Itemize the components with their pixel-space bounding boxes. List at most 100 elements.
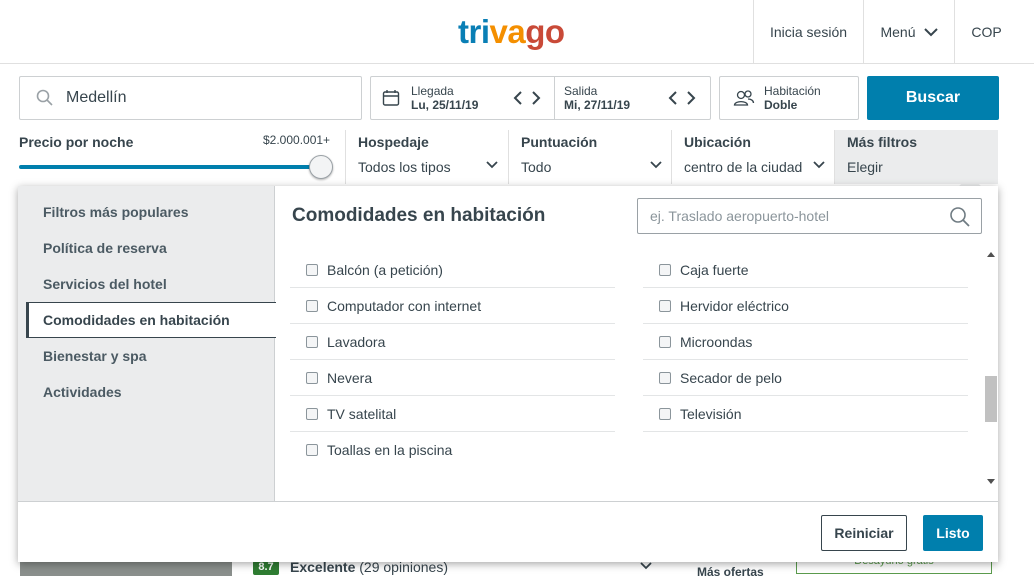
reset-label: Reiniciar: [834, 525, 894, 541]
scroll-up-arrow[interactable]: [987, 252, 995, 257]
filter-title: Más filtros: [847, 134, 918, 150]
chevron-right-icon[interactable]: [531, 91, 541, 105]
checkbox[interactable]: [306, 335, 318, 348]
chevron-down-icon: [650, 161, 662, 169]
amenity-label: Computador con internet: [327, 297, 482, 314]
amenity-option[interactable]: Televisión: [643, 396, 968, 432]
amenity-list-left: Balcón (a petición) Computador con inter…: [290, 252, 615, 468]
category-item[interactable]: Filtros más populares: [26, 194, 276, 230]
category-item[interactable]: Actividades: [26, 374, 276, 410]
checkout-field[interactable]: Salida Mi, 27/11/19: [564, 84, 630, 112]
filter-title: Ubicación: [684, 134, 751, 150]
amenity-option[interactable]: Computador con internet: [290, 288, 615, 324]
checkbox[interactable]: [306, 299, 318, 312]
category-item[interactable]: Servicios del hotel: [26, 266, 276, 302]
checkin-field[interactable]: Llegada Lu, 25/11/19: [411, 84, 478, 112]
destination-input[interactable]: Medellín: [19, 76, 362, 120]
checkbox[interactable]: [659, 263, 671, 276]
chevron-down-icon[interactable]: [640, 562, 652, 570]
chevron-left-icon[interactable]: [668, 91, 678, 105]
chevron-right-icon[interactable]: [686, 91, 696, 105]
currency-button[interactable]: COP: [954, 0, 1018, 64]
checkbox[interactable]: [659, 407, 671, 420]
panel-title: Comodidades en habitación: [292, 205, 546, 226]
category-item-active[interactable]: Comodidades en habitación: [26, 302, 276, 338]
amenity-label: Secador de pelo: [680, 369, 782, 386]
amenity-search-field[interactable]: [637, 198, 982, 234]
checkbox[interactable]: [306, 371, 318, 384]
amenity-option[interactable]: Balcón (a petición): [290, 252, 615, 288]
reset-button[interactable]: Reiniciar: [821, 515, 907, 551]
date-picker[interactable]: Llegada Lu, 25/11/19 Salida Mi, 27/11/19: [370, 76, 711, 120]
done-label: Listo: [936, 525, 970, 541]
filter-puntuacion[interactable]: Puntuación Todo: [508, 130, 671, 184]
destination-value: Medellín: [66, 89, 127, 106]
checkbox[interactable]: [306, 444, 318, 456]
checkbox[interactable]: [306, 407, 318, 420]
amenity-label: Hervidor eléctrico: [680, 297, 789, 314]
top-bar: trivago Inicia sesión Menú COP: [0, 0, 1034, 64]
filter-category-sidebar: Filtros más populares Política de reserv…: [18, 186, 276, 501]
amenity-option[interactable]: Hervidor eléctrico: [643, 288, 968, 324]
amenity-label: Toallas en la piscina: [327, 442, 453, 458]
amenity-search-input[interactable]: [638, 199, 938, 233]
checkin-label: Llegada: [411, 84, 454, 98]
amenity-option[interactable]: Caja fuerte: [643, 252, 968, 288]
search-icon: [36, 89, 53, 106]
filter-title: Puntuación: [521, 134, 598, 150]
filter-ubicacion[interactable]: Ubicación centro de la ciudad: [671, 130, 834, 184]
filter-hospedaje[interactable]: Hospedaje Todos los tipos: [345, 130, 508, 184]
menu-label: Menú: [880, 24, 916, 40]
more-offers-link[interactable]: Más ofertas: [697, 565, 764, 576]
chevron-down-icon: [923, 27, 938, 36]
checkbox[interactable]: [659, 335, 671, 348]
login-button[interactable]: Inicia sesión: [753, 0, 863, 64]
more-filters-panel: Filtros más populares Política de reserv…: [18, 186, 998, 562]
amenity-option[interactable]: TV satelital: [290, 396, 615, 432]
review-count: (29 opiniones): [359, 562, 448, 575]
logo-part-va: va: [489, 13, 526, 50]
deal-badge: Desayuno gratis: [796, 562, 992, 574]
amenity-scrollbar[interactable]: [984, 248, 998, 493]
amenity-option[interactable]: Secador de pelo: [643, 360, 968, 396]
category-label: Bienestar y spa: [43, 348, 147, 364]
chevron-left-icon[interactable]: [513, 91, 523, 105]
amenity-option[interactable]: Microondas: [643, 324, 968, 360]
amenity-label: Caja fuerte: [680, 261, 749, 278]
amenity-label: TV satelital: [327, 405, 397, 422]
amenity-label: Microondas: [680, 333, 753, 350]
hotel-image[interactable]: [20, 562, 232, 576]
login-label: Inicia sesión: [769, 24, 848, 40]
filter-title: Hospedaje: [358, 134, 429, 150]
amenity-option[interactable]: Nevera: [290, 360, 615, 396]
date-divider: [554, 77, 555, 119]
calendar-icon: [382, 90, 400, 106]
done-button[interactable]: Listo: [923, 515, 983, 551]
price-max-value: $2.000.001+: [263, 133, 331, 147]
room-selector[interactable]: Habitación Doble: [719, 76, 859, 120]
price-label: Precio por noche: [19, 134, 134, 150]
filter-value: centro de la ciudad: [684, 159, 803, 175]
menu-button[interactable]: Menú: [863, 0, 954, 64]
checkbox[interactable]: [659, 371, 671, 384]
scroll-thumb[interactable]: [985, 376, 997, 422]
rating-text[interactable]: Excelente (29 opiniones): [290, 562, 448, 575]
category-item[interactable]: Bienestar y spa: [26, 338, 276, 374]
trivago-logo[interactable]: trivago: [458, 13, 565, 51]
category-label: Actividades: [43, 384, 122, 400]
amenity-list-right: Caja fuerte Hervidor eléctrico Microonda…: [643, 252, 968, 432]
price-slider-track[interactable]: [19, 165, 319, 169]
checkout-value: Mi, 27/11/19: [564, 98, 631, 112]
search-icon[interactable]: [949, 206, 971, 228]
filter-value: Todo: [521, 159, 552, 175]
checkbox[interactable]: [306, 263, 318, 276]
amenity-option[interactable]: Toallas en la piscina: [290, 432, 615, 468]
category-label: Política de reserva: [43, 240, 167, 256]
price-slider-handle[interactable]: [309, 155, 333, 179]
category-item[interactable]: Política de reserva: [26, 230, 276, 266]
guests-icon: [733, 90, 755, 106]
amenity-option[interactable]: Lavadora: [290, 324, 615, 360]
scroll-down-arrow[interactable]: [987, 479, 995, 484]
search-button[interactable]: Buscar: [867, 76, 999, 120]
checkbox[interactable]: [659, 299, 671, 312]
